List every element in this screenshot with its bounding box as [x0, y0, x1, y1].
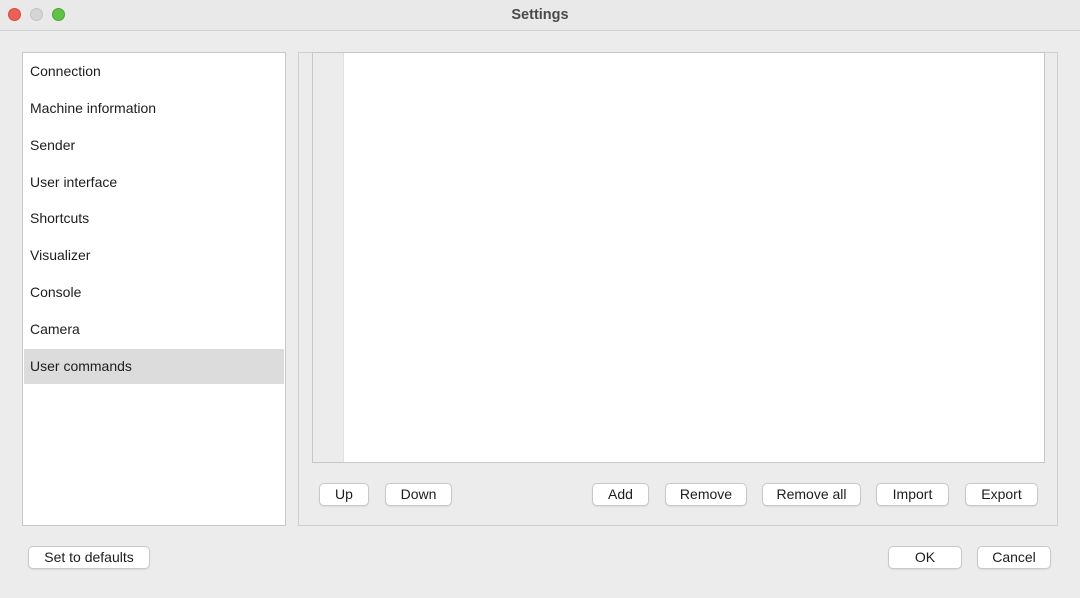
export-button[interactable]: Export	[965, 483, 1038, 506]
remove-all-button[interactable]: Remove all	[762, 483, 861, 506]
move-up-button[interactable]: Up	[319, 483, 369, 506]
sidebar-item-user-interface[interactable]: User interface	[24, 165, 284, 200]
sidebar-item-machine-information[interactable]: Machine information	[24, 91, 284, 126]
ok-button[interactable]: OK	[888, 546, 962, 569]
sidebar-item-camera[interactable]: Camera	[24, 312, 284, 347]
add-button[interactable]: Add	[592, 483, 649, 506]
sidebar-item-visualizer[interactable]: Visualizer	[24, 238, 284, 273]
sidebar-item-connection[interactable]: Connection	[24, 54, 284, 89]
set-to-defaults-button[interactable]: Set to defaults	[28, 546, 150, 569]
title-bar: Settings	[0, 0, 1080, 31]
user-commands-panel: Up Down Add Remove Remove all Import Exp…	[298, 52, 1058, 526]
table-row-header-column	[313, 53, 344, 462]
cancel-button[interactable]: Cancel	[977, 546, 1051, 569]
sidebar-item-sender[interactable]: Sender	[24, 128, 284, 163]
settings-category-list: Connection Machine information Sender Us…	[22, 52, 286, 526]
sidebar-item-shortcuts[interactable]: Shortcuts	[24, 201, 284, 236]
move-down-button[interactable]: Down	[385, 483, 452, 506]
remove-button[interactable]: Remove	[665, 483, 747, 506]
sidebar-item-console[interactable]: Console	[24, 275, 284, 310]
user-commands-table[interactable]	[312, 52, 1045, 463]
settings-window: Settings Connection Machine information …	[0, 0, 1080, 598]
sidebar-item-user-commands[interactable]: User commands	[24, 349, 284, 384]
import-button[interactable]: Import	[876, 483, 949, 506]
window-title: Settings	[511, 7, 569, 23]
